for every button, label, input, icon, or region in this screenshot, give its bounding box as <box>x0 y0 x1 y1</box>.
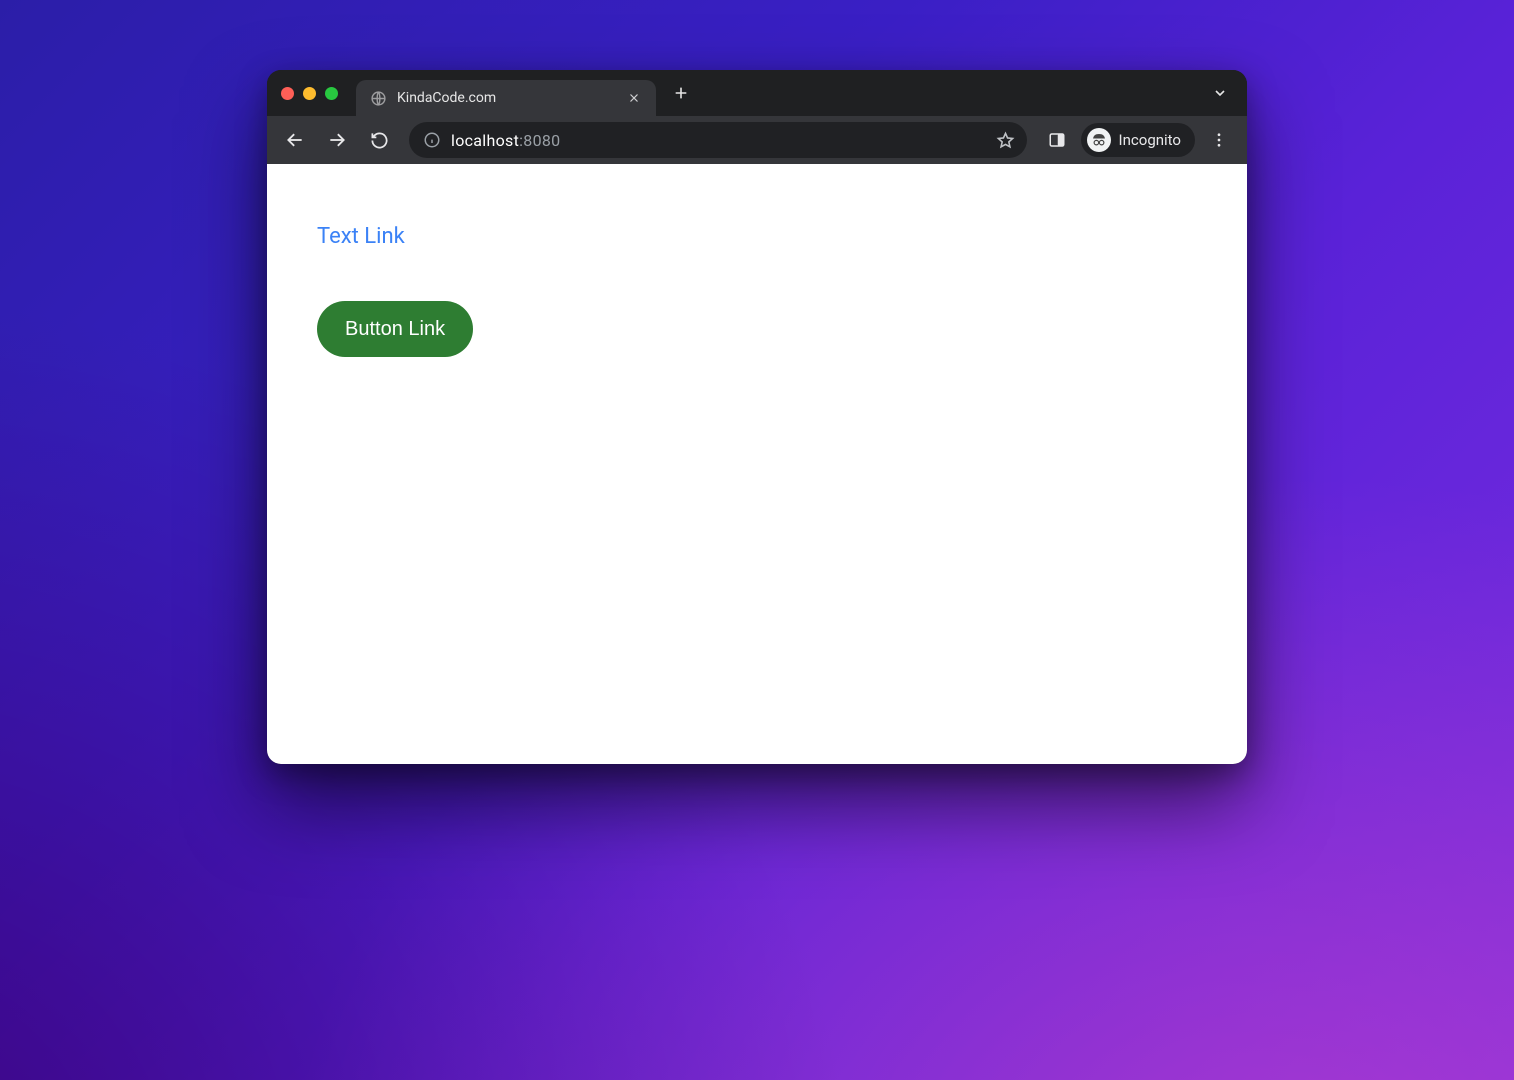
site-info-icon[interactable] <box>423 131 441 149</box>
menu-button[interactable] <box>1201 122 1237 158</box>
url-port: :8080 <box>519 131 560 150</box>
tab-strip: KindaCode.com <box>267 70 1247 116</box>
forward-button[interactable] <box>319 122 355 158</box>
chevron-down-icon[interactable] <box>1205 78 1235 108</box>
globe-icon <box>370 90 387 107</box>
bookmark-star-icon[interactable] <box>992 127 1019 154</box>
reload-button[interactable] <box>361 122 397 158</box>
browser-toolbar: localhost:8080 <box>267 116 1247 164</box>
page-viewport: Text Link Button Link <box>267 164 1247 764</box>
incognito-indicator[interactable]: Incognito <box>1081 123 1195 157</box>
window-close-dot[interactable] <box>281 87 294 100</box>
address-bar[interactable]: localhost:8080 <box>409 122 1027 158</box>
window-controls <box>281 87 338 100</box>
new-tab-button[interactable] <box>666 78 696 108</box>
window-minimize-dot[interactable] <box>303 87 316 100</box>
window-zoom-dot[interactable] <box>325 87 338 100</box>
tab-title: KindaCode.com <box>397 90 614 106</box>
browser-tab[interactable]: KindaCode.com <box>356 80 656 116</box>
close-icon[interactable] <box>624 88 644 108</box>
back-button[interactable] <box>277 122 313 158</box>
url-host: localhost <box>451 131 519 150</box>
url-text: localhost:8080 <box>451 131 982 150</box>
text-link[interactable]: Text Link <box>317 224 405 249</box>
side-panel-icon[interactable] <box>1039 122 1075 158</box>
incognito-icon <box>1087 128 1111 152</box>
browser-window: KindaCode.com <box>267 70 1247 764</box>
button-link[interactable]: Button Link <box>317 301 473 357</box>
incognito-label: Incognito <box>1119 131 1181 149</box>
